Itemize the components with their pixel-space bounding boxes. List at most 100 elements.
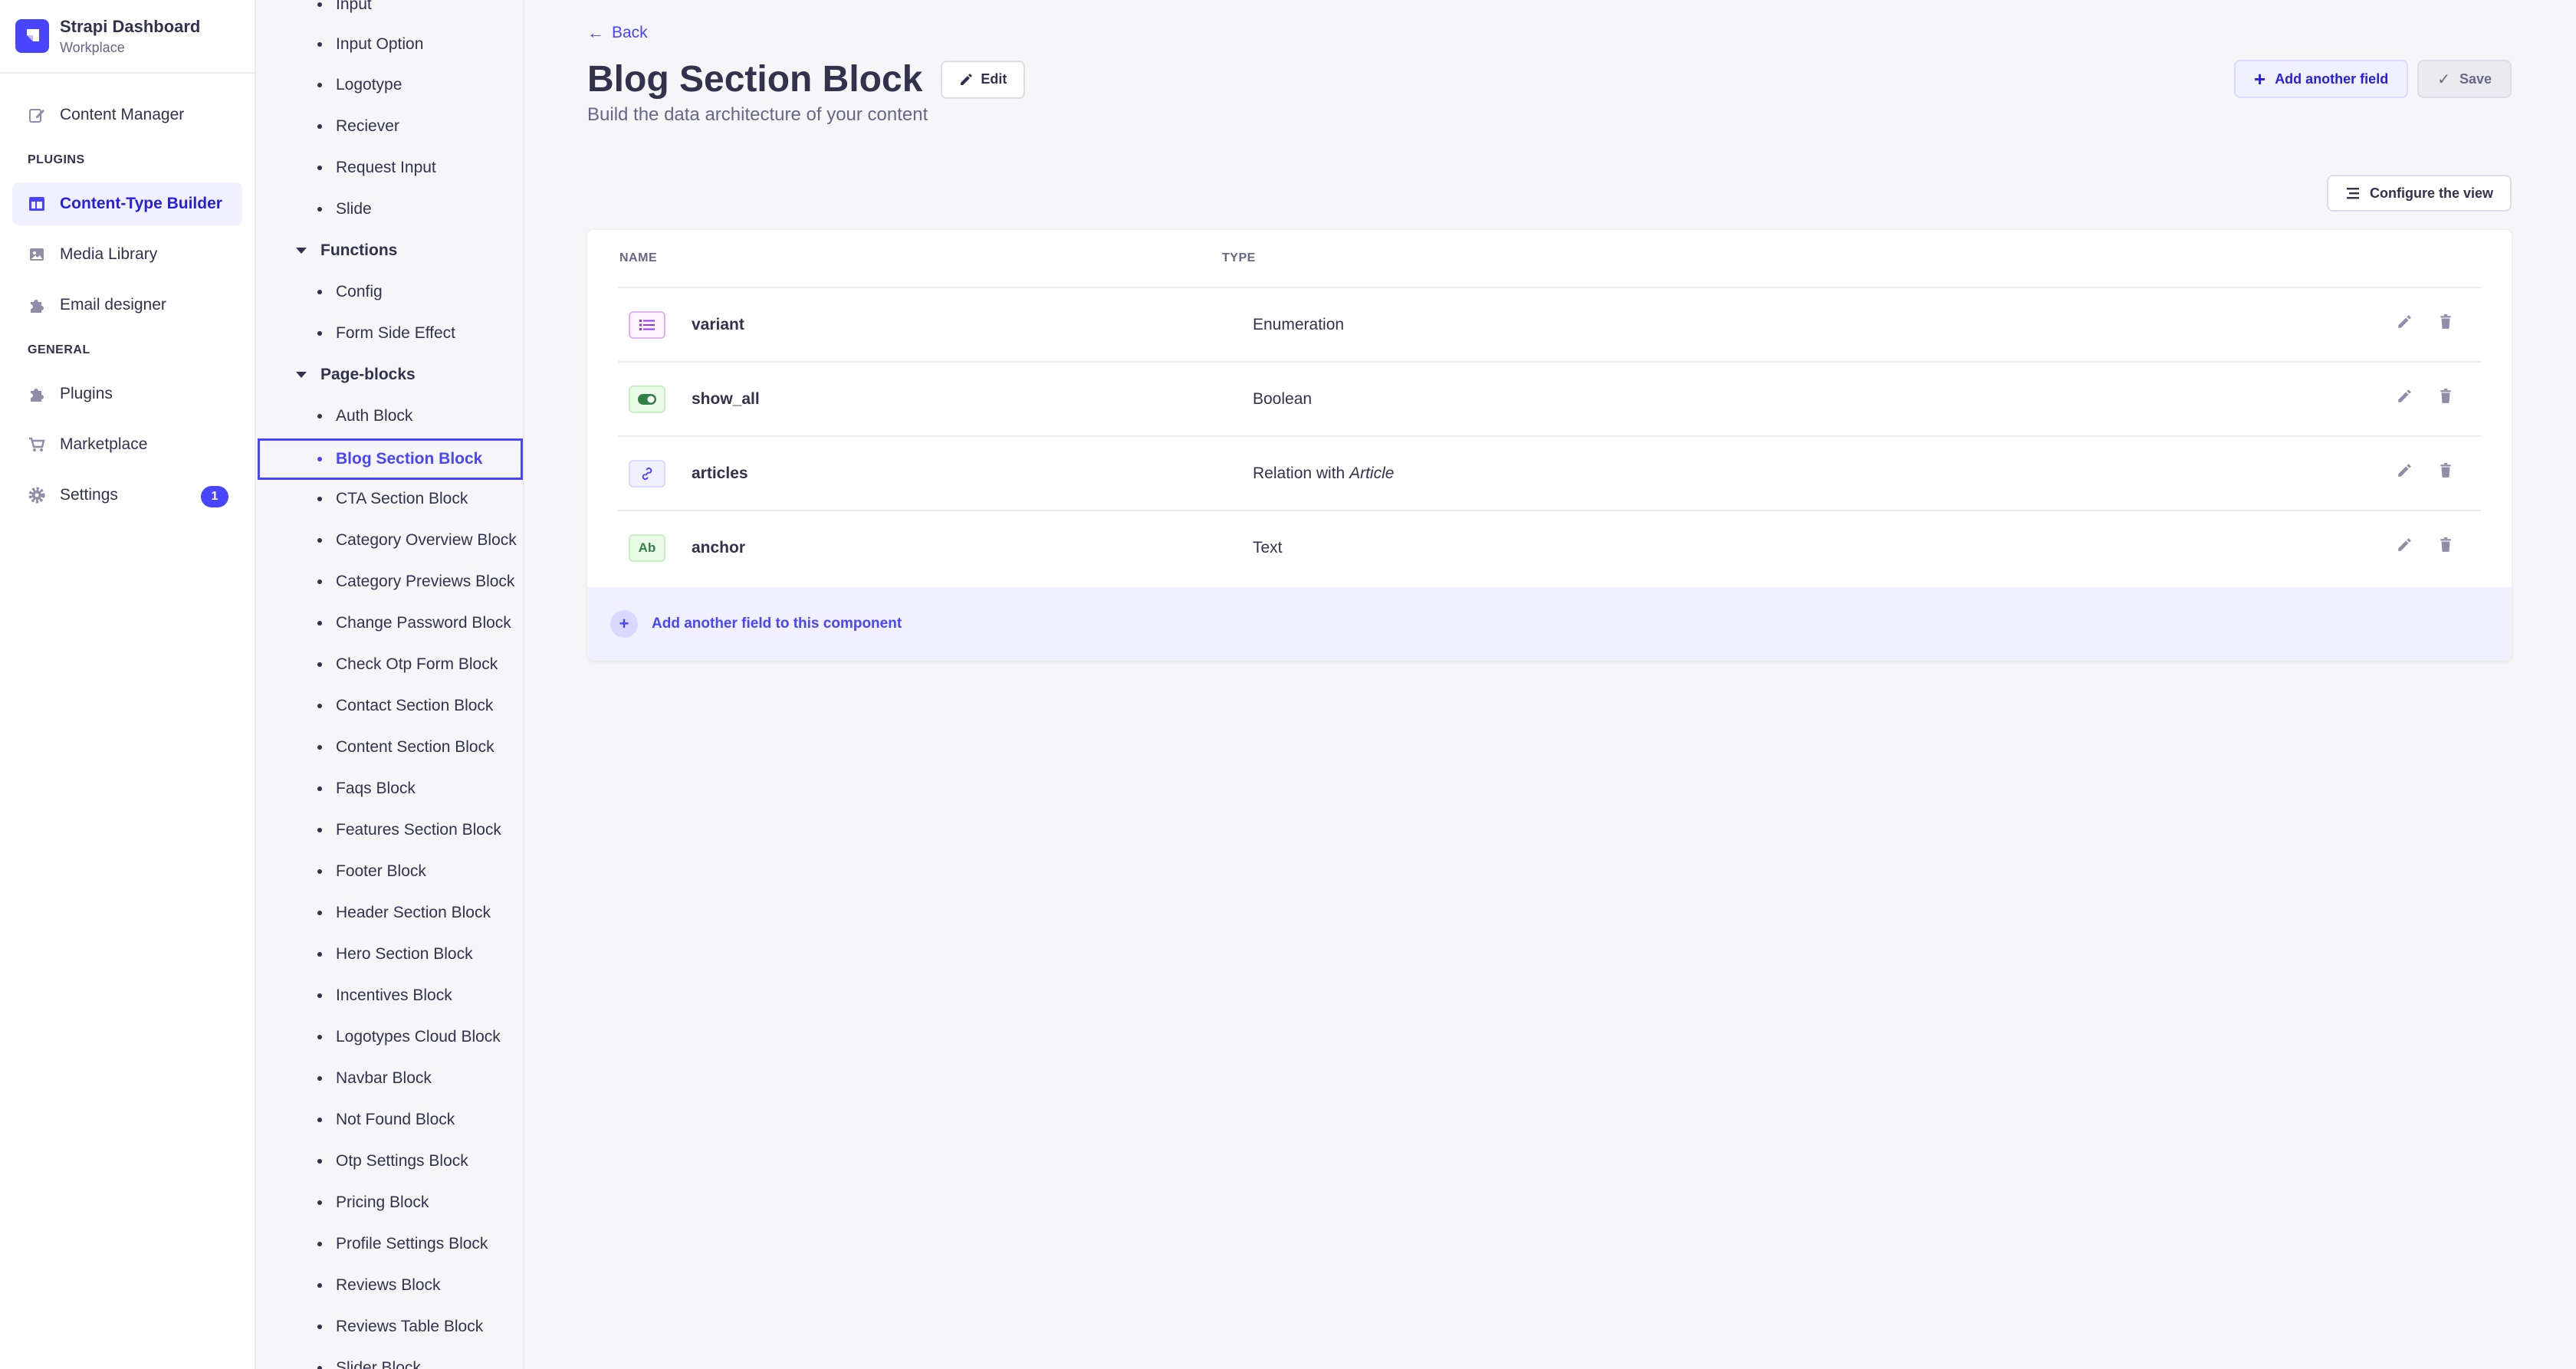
subnav-item-faqs-block[interactable]: Faqs Block <box>258 770 523 808</box>
bullet-icon <box>317 414 322 419</box>
field-type: Relation with Article <box>1253 465 1394 483</box>
edit-field-icon[interactable] <box>2397 463 2412 482</box>
subnav-item-reviews-table-block[interactable]: Reviews Table Block <box>258 1308 523 1346</box>
bullet-icon <box>317 1035 322 1039</box>
subnav-item-contact-section-block[interactable]: Contact Section Block <box>258 687 523 725</box>
edit-button[interactable]: Edit <box>941 60 1026 99</box>
subnav-item-label: Contact Section Block <box>336 697 494 714</box>
nav-settings[interactable]: Settings 1 <box>12 474 242 517</box>
subnav-item-request-input[interactable]: Request Input <box>258 149 523 187</box>
bullet-icon <box>317 2 322 7</box>
bullet-icon <box>317 1118 322 1122</box>
puzzle-icon <box>26 383 48 405</box>
strapi-logo-icon <box>15 19 49 53</box>
bullet-icon <box>317 1076 322 1081</box>
bullet-icon <box>317 1200 322 1205</box>
field-name: show_all <box>692 390 760 408</box>
field-type-label: Relation with <box>1253 465 1350 482</box>
subnav-item-label: Reviews Block <box>336 1276 441 1294</box>
subnav-group-functions[interactable]: Functions <box>258 231 523 270</box>
brand-header[interactable]: Strapi Dashboard Workplace <box>0 0 255 74</box>
subnav-item-logotype[interactable]: Logotype <box>258 66 523 104</box>
subnav-item-blog-section-block[interactable]: Blog Section Block <box>258 438 523 480</box>
subnav-item-label: Profile Settings Block <box>336 1235 488 1252</box>
nav-email-designer[interactable]: Email designer <box>12 284 242 327</box>
nav-content-manager[interactable]: Content Manager <box>12 94 242 136</box>
subnav-item-reviews-block[interactable]: Reviews Block <box>258 1266 523 1305</box>
subnav-group-label: Functions <box>320 241 398 259</box>
subnav-item-label: Incentives Block <box>336 987 452 1004</box>
relation-icon <box>629 460 665 488</box>
field-type-label: Enumeration <box>1253 316 1345 333</box>
subnav-item-label: Reciever <box>336 117 399 135</box>
subnav-item-features-section-block[interactable]: Features Section Block <box>258 811 523 849</box>
subnav-item-slide[interactable]: Slide <box>258 190 523 228</box>
configure-view-label: Configure the view <box>2369 185 2493 201</box>
nav-marketplace[interactable]: Marketplace <box>12 423 242 466</box>
back-link[interactable]: ← Back <box>587 23 648 43</box>
bullet-icon <box>317 124 322 129</box>
edit-field-icon[interactable] <box>2397 389 2412 408</box>
bullet-icon <box>317 1242 322 1246</box>
nav-plugins[interactable]: Plugins <box>12 373 242 415</box>
subnav-item-form-side-effect[interactable]: Form Side Effect <box>258 314 523 353</box>
subnav-item-auth-block[interactable]: Auth Block <box>258 397 523 435</box>
table-row[interactable]: variant Enumeration <box>618 287 2481 361</box>
bullet-icon <box>317 290 322 294</box>
subnav-item-label: Input Option <box>336 35 424 53</box>
subnav-group-page-blocks[interactable]: Page-blocks <box>258 356 523 394</box>
subnav-item-otp-settings-block[interactable]: Otp Settings Block <box>258 1142 523 1180</box>
text-icon: Ab <box>629 534 665 562</box>
trash-icon[interactable] <box>2438 389 2453 408</box>
bullet-icon <box>317 166 322 170</box>
table-row[interactable]: show_all Boolean <box>618 361 2481 435</box>
trash-icon[interactable] <box>2438 314 2453 333</box>
content-type-subnav: Input Input Option Logotype Reciever Req… <box>258 0 524 1369</box>
bullet-icon <box>317 662 322 667</box>
add-another-field-button[interactable]: + Add another field <box>2234 60 2409 98</box>
subnav-item-reciever[interactable]: Reciever <box>258 107 523 146</box>
subnav-item-profile-settings-block[interactable]: Profile Settings Block <box>258 1225 523 1263</box>
trash-icon[interactable] <box>2438 463 2453 482</box>
configure-view-button[interactable]: Configure the view <box>2326 175 2512 212</box>
subnav-item-hero-section-block[interactable]: Hero Section Block <box>258 935 523 973</box>
brand-subtitle: Workplace <box>60 39 125 55</box>
trash-icon[interactable] <box>2438 537 2453 556</box>
nav-media-library[interactable]: Media Library <box>12 233 242 276</box>
subnav-item-pricing-block[interactable]: Pricing Block <box>258 1184 523 1222</box>
bullet-icon <box>317 786 322 791</box>
subnav-item-not-found-block[interactable]: Not Found Block <box>258 1101 523 1139</box>
subnav-item-logotypes-cloud-block[interactable]: Logotypes Cloud Block <box>258 1018 523 1056</box>
add-component-field-row[interactable]: + Add another field to this component <box>587 587 2512 661</box>
subnav-item-config[interactable]: Config <box>258 273 523 311</box>
subnav-item-navbar-block[interactable]: Navbar Block <box>258 1059 523 1098</box>
arrow-left-icon: ← <box>587 23 604 42</box>
subnav-item-input-option[interactable]: Input Option <box>258 25 523 64</box>
subnav-item-category-previews-block[interactable]: Category Previews Block <box>258 563 523 601</box>
subnav-item-incentives-block[interactable]: Incentives Block <box>258 977 523 1015</box>
nav-section-plugins: PLUGINS <box>28 153 85 166</box>
subnav-item-footer-block[interactable]: Footer Block <box>258 852 523 891</box>
pencil-square-icon <box>26 104 48 126</box>
subnav-item-check-otp-form-block[interactable]: Check Otp Form Block <box>258 645 523 684</box>
subnav-item-category-overview-block[interactable]: Category Overview Block <box>258 521 523 560</box>
subnav-item-label: Config <box>336 283 383 300</box>
table-row[interactable]: Ab anchor Text <box>618 510 2481 584</box>
subnav-item-content-section-block[interactable]: Content Section Block <box>258 728 523 767</box>
subnav-item-header-section-block[interactable]: Header Section Block <box>258 894 523 932</box>
main-content: ← Back Blog Section Block Edit Build the… <box>526 0 2576 1369</box>
subnav-item-input[interactable]: Input <box>258 0 523 24</box>
field-type-label: Text <box>1253 539 1283 556</box>
edit-field-icon[interactable] <box>2397 314 2412 333</box>
save-button[interactable]: ✓ Save <box>2417 60 2512 98</box>
subnav-item-change-password-block[interactable]: Change Password Block <box>258 604 523 642</box>
bullet-icon <box>317 621 322 625</box>
nav-content-type-builder[interactable]: Content-Type Builder <box>12 182 242 225</box>
bullet-icon <box>317 993 322 998</box>
subnav-item-slider-block[interactable]: Slider Block <box>258 1349 523 1369</box>
table-row[interactable]: articles Relation with Article <box>618 435 2481 510</box>
edit-field-icon[interactable] <box>2397 537 2412 556</box>
subnav-item-label: Blog Section Block <box>336 450 483 468</box>
bullet-icon <box>317 579 322 584</box>
subnav-item-cta-section-block[interactable]: CTA Section Block <box>258 480 523 518</box>
